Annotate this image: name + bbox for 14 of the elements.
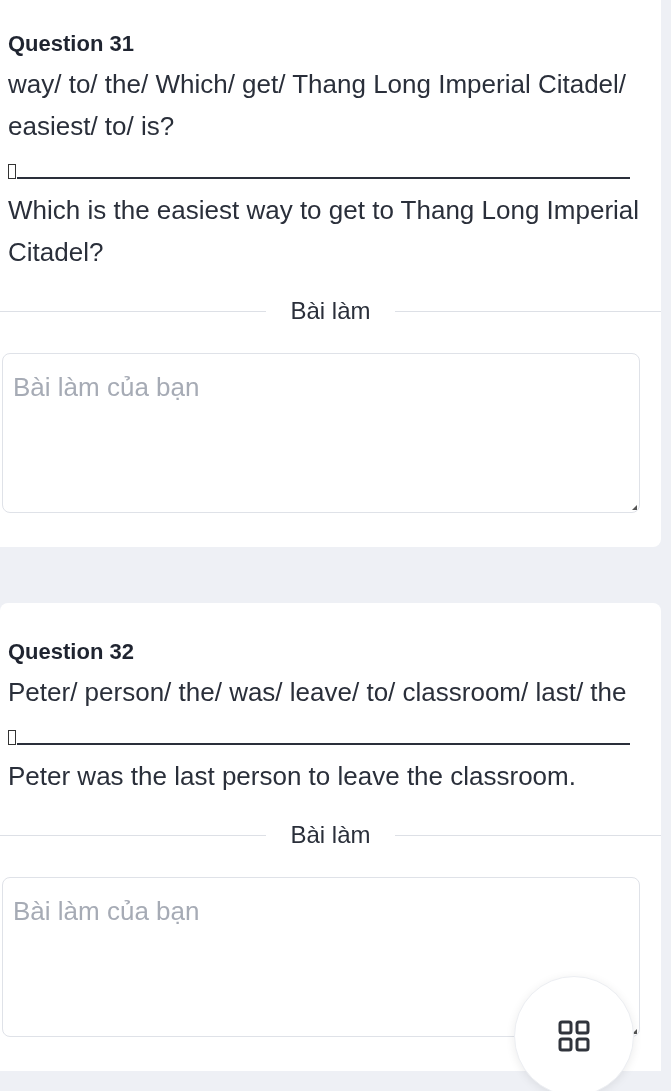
question-prompt: way/ to/ the/ Which/ get/ Thang Long Imperial Citadel/ easiest/ to/ is? [7,68,628,143]
question-prompt: Peter/ person/ the/ was/ leave/ to/ classroom/ last/ the [7,676,628,709]
resize-handle-icon[interactable] [632,505,637,510]
answer-sentence: Which is the easiest way to get to Thang Long Imperial Citadel? [7,194,641,269]
section-label: Bài làm [290,297,371,325]
answer-sentence: Peter was the last person to leave the classroom. [7,760,577,793]
question-title: Question 31 [7,30,135,58]
answer-box[interactable]: Bài làm của bạn [2,353,640,513]
grid-icon [558,1020,590,1052]
section-label: Bài làm [290,821,371,849]
question-title: Question 32 [7,638,135,666]
answer-box[interactable]: Bài làm của bạn [2,877,640,1037]
missing-glyph-icon [8,730,16,745]
missing-glyph-icon [8,164,16,179]
